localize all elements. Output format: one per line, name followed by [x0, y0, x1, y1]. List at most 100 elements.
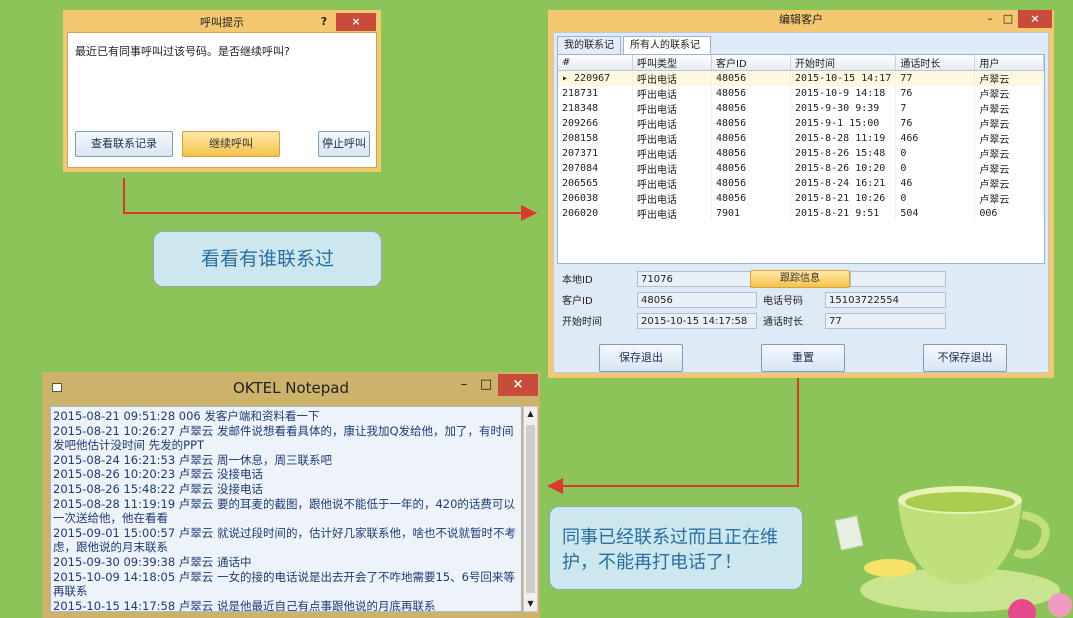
- table-row[interactable]: 206020 呼出电话 7901 2015-8-21 9:51 504 006: [558, 206, 1044, 221]
- notepad-line: 2015-09-01 15:00:57 卢翠云 就说过段时间的，估计好几家联系他…: [53, 525, 516, 555]
- column-header[interactable]: #: [558, 55, 633, 71]
- column-header[interactable]: 用户: [974, 55, 1044, 71]
- table-cell: 208158: [558, 131, 633, 146]
- close-button[interactable]: ×: [1018, 10, 1052, 28]
- scroll-thumb[interactable]: [526, 425, 535, 593]
- table-cell: 77: [895, 70, 976, 86]
- column-header[interactable]: 通话时长: [895, 55, 976, 71]
- notepad-line: 2015-08-26 10:20:23 卢翠云 没接电话: [53, 467, 263, 482]
- maximize-button[interactable]: □: [478, 376, 494, 394]
- view-contact-records-button[interactable]: 查看联系记录: [75, 131, 173, 157]
- table-cell: 呼出电话: [632, 86, 712, 101]
- table-cell: 呼出电话: [632, 206, 712, 221]
- table-cell: 呼出电话: [632, 131, 712, 146]
- table-cell: 48056: [711, 146, 791, 161]
- table-row[interactable]: ▸ 220967 呼出电话 48056 2015-10-15 14:17 77 卢翠云: [558, 70, 1044, 86]
- track-info-button[interactable]: 跟踪信息: [750, 270, 850, 288]
- table-cell: 48056: [711, 70, 791, 86]
- table-cell: 7: [895, 101, 976, 116]
- notepad-line: 2015-08-21 09:51:28 006 发客户端和资料看一下: [53, 409, 320, 423]
- table-cell: ▸ 220967: [558, 70, 633, 86]
- table-cell: 46: [895, 176, 976, 191]
- table-cell: 卢翠云: [974, 86, 1044, 101]
- table-cell: 48056: [711, 101, 791, 116]
- help-button[interactable]: ?: [314, 13, 334, 31]
- close-button[interactable]: ×: [498, 374, 538, 396]
- table-cell: 218731: [558, 86, 633, 101]
- record-details-form: 本地ID 71076 客户ID 48056 开始时间 2015-10-15 14…: [557, 265, 1045, 337]
- customer-id-field[interactable]: 48056: [637, 292, 757, 308]
- notepad-line: 2015-10-15 14:17:58 卢翠云 说是他最近自己有点事跟他说的月底…: [53, 598, 436, 612]
- scroll-up-icon[interactable]: ▲: [524, 407, 537, 421]
- phone-label: 电话号码: [763, 296, 803, 307]
- minimize-button[interactable]: –: [456, 376, 472, 394]
- scroll-down-icon[interactable]: ▼: [524, 597, 537, 611]
- notepad-line: 2015-10-09 14:18:05 卢翠云 一女的接的电话说是出去开会了不咋…: [53, 569, 515, 599]
- arrow-to-edit-dialog: [123, 178, 537, 221]
- table-cell: 0: [895, 161, 976, 176]
- continue-call-button[interactable]: 继续呼叫: [182, 131, 280, 157]
- reset-button[interactable]: 重置: [761, 344, 845, 372]
- exit-without-saving-button[interactable]: 不保存退出: [923, 344, 1007, 372]
- table-cell: 48056: [711, 86, 791, 101]
- table-row[interactable]: 209266 呼出电话 48056 2015-9-1 15:00 76 卢翠云: [558, 116, 1044, 131]
- table-row[interactable]: 218348 呼出电话 48056 2015-9-30 9:39 7 卢翠云: [558, 101, 1044, 116]
- duration-label: 通话时长: [763, 317, 803, 328]
- table-cell: 卢翠云: [974, 131, 1044, 146]
- table-cell: 48056: [711, 116, 791, 131]
- local-id-field[interactable]: 71076: [637, 271, 757, 287]
- edit-customer-body: 我的联系记录 所有人的联系记录 # 呼叫类型 客户ID 开始时间 通话时长 用户…: [553, 32, 1049, 373]
- table-cell: 206020: [558, 206, 633, 221]
- table-cell: 呼出电话: [632, 191, 712, 206]
- minimize-button[interactable]: –: [982, 10, 998, 28]
- table-cell: 2015-8-28 11:19: [790, 131, 897, 146]
- table-row[interactable]: 207084 呼出电话 48056 2015-8-26 10:20 0 卢翠云: [558, 161, 1044, 176]
- tab-all-records[interactable]: 所有人的联系记录: [623, 36, 711, 69]
- table-row[interactable]: 206038 呼出电话 48056 2015-8-21 10:26 0 卢翠云: [558, 191, 1044, 206]
- track-info-field[interactable]: [850, 271, 946, 287]
- table-cell: 呼出电话: [632, 161, 712, 176]
- phone-field[interactable]: 15103722554: [825, 292, 946, 308]
- table-row[interactable]: 208158 呼出电话 48056 2015-8-28 11:19 466 卢翠云: [558, 131, 1044, 146]
- oktel-notepad-window: OKTEL Notepad – □ × 2015-08-21 09:51:28 …: [42, 372, 540, 618]
- table-row[interactable]: 218731 呼出电话 48056 2015-10-9 14:18 76 卢翠云: [558, 86, 1044, 101]
- table-cell: 呼出电话: [632, 146, 712, 161]
- column-header[interactable]: 开始时间: [790, 55, 897, 71]
- stop-call-button[interactable]: 停止呼叫: [318, 131, 370, 157]
- maximize-button[interactable]: □: [1000, 10, 1016, 28]
- start-time-field[interactable]: 2015-10-15 14:17:58: [637, 313, 757, 329]
- table-cell: 48056: [711, 161, 791, 176]
- table-cell: 209266: [558, 116, 633, 131]
- notepad-text-area[interactable]: 2015-08-21 09:51:28 006 发客户端和资料看一下 2015-0…: [50, 406, 522, 612]
- table-cell: 卢翠云: [974, 176, 1044, 191]
- notepad-line: 2015-09-30 09:39:38 卢翠云 通话中: [53, 554, 252, 569]
- notepad-line: 2015-08-24 16:21:53 卢翠云 周一休息，周三联系吧: [53, 452, 332, 467]
- column-header[interactable]: 呼叫类型: [632, 55, 712, 71]
- table-cell: 7901: [711, 206, 791, 221]
- column-header[interactable]: 客户ID: [711, 55, 791, 71]
- table-cell: 48056: [711, 191, 791, 206]
- call-prompt-message: 最近已有同事呼叫过该号码。是否继续呼叫?: [75, 45, 290, 58]
- duration-field[interactable]: 77: [825, 313, 946, 329]
- notepad-scrollbar[interactable]: ▲ ▼: [523, 406, 538, 612]
- edit-customer-dialog: 编辑客户 – □ × 我的联系记录 所有人的联系记录 # 呼叫类型 客户ID 开…: [548, 10, 1054, 378]
- table-cell: 48056: [711, 176, 791, 191]
- table-row[interactable]: 206565 呼出电话 48056 2015-8-24 16:21 46 卢翠云: [558, 176, 1044, 191]
- close-button[interactable]: ×: [336, 13, 376, 31]
- table-cell: 2015-8-21 9:51: [790, 206, 897, 221]
- table-row[interactable]: 207371 呼出电话 48056 2015-8-26 15:48 0 卢翠云: [558, 146, 1044, 161]
- table-cell: 卢翠云: [974, 101, 1044, 116]
- notepad-line: 2015-08-26 15:48:22 卢翠云 没接电话: [53, 481, 263, 496]
- table-cell: 76: [895, 86, 976, 101]
- table-cell: 2015-10-9 14:18: [790, 86, 897, 101]
- notepad-line: 2015-08-21 10:26:27 卢翠云 发邮件说想看看具体的，康让我加Q…: [53, 423, 514, 453]
- call-prompt-dialog: 呼叫提示 ? × 最近已有同事呼叫过该号码。是否继续呼叫? 查看联系记录 继续呼…: [63, 10, 381, 172]
- edit-customer-title: 编辑客户: [779, 13, 823, 26]
- local-id-label: 本地ID: [562, 275, 593, 286]
- table-cell: 2015-8-24 16:21: [790, 176, 897, 191]
- tab-my-records[interactable]: 我的联系记录: [557, 36, 621, 69]
- table-cell: 2015-9-1 15:00: [790, 116, 897, 131]
- table-cell: 2015-9-30 9:39: [790, 101, 897, 116]
- table-cell: 218348: [558, 101, 633, 116]
- save-exit-button[interactable]: 保存退出: [599, 344, 683, 372]
